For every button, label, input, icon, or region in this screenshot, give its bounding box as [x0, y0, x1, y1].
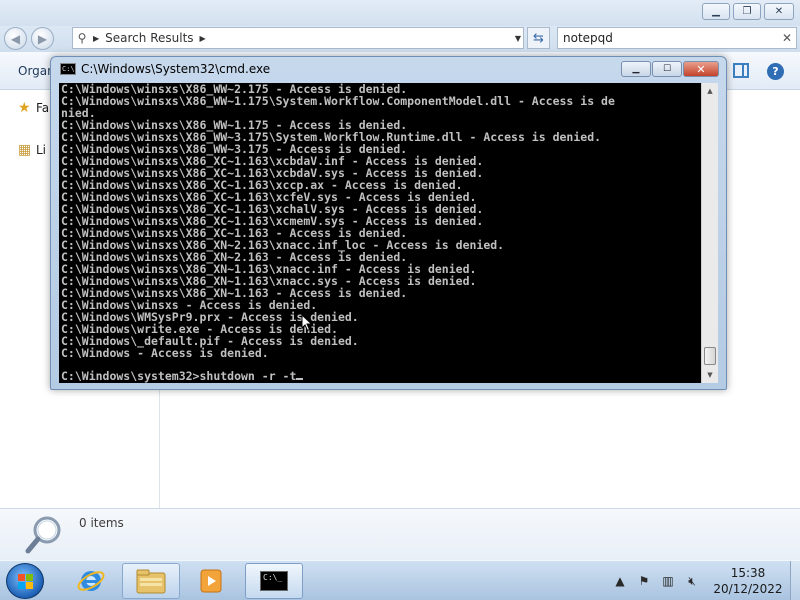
- start-button[interactable]: [6, 563, 44, 599]
- nav-item-libraries[interactable]: ▦ Li: [18, 142, 46, 158]
- prompt-text[interactable]: C:\Windows\system32>shutdown -r -t: [61, 369, 296, 383]
- minimize-button[interactable]: ▁: [702, 3, 730, 20]
- vertical-scrollbar[interactable]: ▲ ▼: [701, 83, 718, 383]
- system-tray: ▲ ⚑ ▥ 🔇︎: [612, 571, 700, 591]
- mouse-pointer-icon: [301, 314, 313, 332]
- volume-muted-icon[interactable]: 🔇︎: [684, 574, 700, 589]
- search-input[interactable]: notepqd ✕: [557, 27, 797, 49]
- maximize-icon: ☐: [662, 64, 672, 74]
- restore-icon: ❐: [742, 6, 752, 17]
- details-pane: 0 items: [0, 508, 800, 560]
- minimize-icon: ▁: [712, 6, 720, 17]
- command-prompt[interactable]: C:\Windows\system32>shutdown -r -t: [61, 369, 304, 383]
- refresh-button[interactable]: ⇆: [527, 27, 550, 49]
- console-line: C:\Windows - Access is denied.: [61, 346, 269, 360]
- maximize-button[interactable]: ❐: [733, 3, 761, 20]
- address-bar[interactable]: ⚲ ▶ Search Results ▶ ▼: [72, 27, 524, 49]
- close-button[interactable]: ✕: [683, 61, 719, 77]
- taskbar-cmd[interactable]: C:\_: [245, 563, 303, 599]
- cmd-titlebar[interactable]: C:\ C:\Windows\System32\cmd.exe ▁ ☐ ✕: [51, 57, 726, 82]
- internet-explorer-icon: [77, 571, 105, 591]
- library-folder-icon: ▦: [18, 142, 32, 158]
- scroll-down-icon[interactable]: ▼: [702, 367, 718, 383]
- show-hidden-icons-icon[interactable]: ▲: [612, 574, 628, 588]
- nav-item-label: Fa: [36, 101, 50, 115]
- close-icon: ✕: [774, 6, 784, 17]
- breadcrumb-chevron-icon[interactable]: ▶: [200, 34, 206, 43]
- taskbar-internet-explorer[interactable]: [62, 563, 120, 599]
- refresh-icon: ⇆: [533, 30, 544, 46]
- nav-item-favorites[interactable]: ★ Fa: [18, 100, 49, 116]
- minimize-button[interactable]: ▁: [621, 61, 651, 77]
- scrollbar-thumb[interactable]: [704, 347, 716, 365]
- search-magnifier-icon: [25, 516, 61, 554]
- close-icon: ✕: [696, 62, 706, 76]
- preview-pane-icon[interactable]: [733, 63, 749, 78]
- breadcrumb-search-results[interactable]: Search Results: [105, 31, 193, 45]
- taskbar-media-player[interactable]: [182, 563, 240, 599]
- chevron-down-icon[interactable]: ▼: [515, 34, 521, 43]
- console-icon: C:\_: [260, 571, 288, 591]
- clock-time: 15:38: [730, 566, 766, 580]
- nav-item-label: Li: [36, 143, 47, 157]
- magnifier-icon: ⚲: [77, 31, 87, 45]
- clear-search-icon[interactable]: ✕: [778, 31, 796, 45]
- arrow-left-icon: ◀: [10, 31, 21, 46]
- taskbar: C:\_ ▲ ⚑ ▥ 🔇︎ 15:38 20/12/2022: [0, 560, 800, 600]
- star-icon: ★: [18, 100, 31, 116]
- arrow-right-icon: ▶: [37, 31, 48, 46]
- cmd-window: C:\ C:\Windows\System32\cmd.exe ▁ ☐ ✕ C:…: [50, 56, 727, 390]
- clock-date: 20/12/2022: [713, 582, 783, 596]
- explorer-titlebar: ▁ ❐ ✕: [0, 0, 800, 26]
- close-button[interactable]: ✕: [764, 3, 794, 20]
- taskbar-windows-explorer[interactable]: [122, 563, 180, 599]
- minimize-icon: ▁: [632, 64, 640, 74]
- window-title: C:\Windows\System32\cmd.exe: [81, 62, 271, 76]
- text-cursor: [296, 378, 304, 380]
- navigation-bar: ◀ ▶ ⚲ ▶ Search Results ▶ ▼ ⇆ notepqd ✕: [0, 26, 800, 52]
- clock[interactable]: 15:38 20/12/2022: [712, 565, 784, 597]
- console-icon: C:\: [60, 63, 76, 75]
- maximize-button[interactable]: ☐: [652, 61, 682, 77]
- search-input-value[interactable]: notepqd: [563, 31, 778, 45]
- console-output[interactable]: C:\Windows\winsxs\X86_WW~2.175 - Access …: [59, 83, 701, 383]
- forward-button[interactable]: ▶: [31, 27, 54, 50]
- items-count: 0 items: [79, 516, 124, 530]
- media-player-icon: [200, 569, 222, 593]
- windows-logo-icon: [18, 574, 33, 589]
- folder-icon: [136, 569, 166, 594]
- console-line: C:\Windows\winsxs\X86_WW~1.175\System.Wo…: [61, 94, 615, 108]
- action-center-flag-icon[interactable]: ⚑: [636, 574, 652, 588]
- scroll-up-icon[interactable]: ▲: [702, 83, 718, 99]
- back-button[interactable]: ◀: [4, 27, 27, 50]
- show-desktop-button[interactable]: [790, 561, 800, 600]
- network-icon[interactable]: ▥: [660, 574, 676, 588]
- help-icon[interactable]: ?: [767, 63, 784, 80]
- console-lines: C:\Windows\winsxs\X86_WW~2.175 - Access …: [61, 83, 615, 359]
- breadcrumb-chevron-icon[interactable]: ▶: [93, 34, 99, 43]
